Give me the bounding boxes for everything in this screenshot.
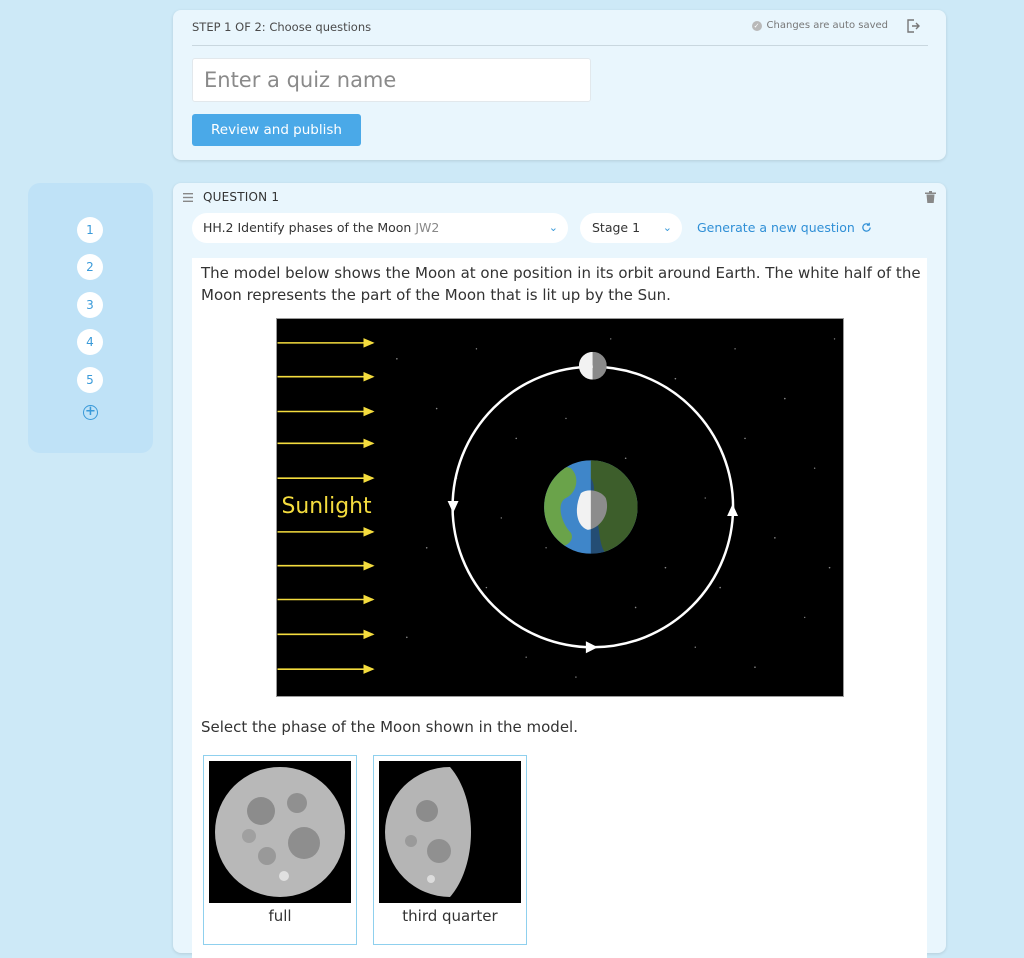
- divider: [192, 45, 928, 46]
- sunlight-label: Sunlight: [281, 494, 372, 519]
- question-body: The model below shows the Moon at one po…: [192, 258, 927, 958]
- generate-question-link[interactable]: Generate a new question: [697, 220, 872, 235]
- autosave-status: ✓ Changes are auto saved: [751, 20, 888, 31]
- answer-choice-third-quarter[interactable]: third quarter: [373, 755, 527, 945]
- quiz-name-input[interactable]: [192, 58, 591, 102]
- full-moon-image: [209, 761, 351, 903]
- nav-question-5[interactable]: 5: [77, 367, 103, 393]
- stage-dropdown[interactable]: Stage 1 ⌄: [580, 213, 682, 243]
- skill-name: HH.2 Identify phases of the Moon: [203, 220, 412, 235]
- nav-question-4[interactable]: 4: [77, 329, 103, 355]
- exit-icon[interactable]: [906, 19, 920, 33]
- question-instruction: Select the phase of the Moon shown in th…: [201, 718, 578, 736]
- nav-question-1[interactable]: 1: [77, 217, 103, 243]
- third-quarter-moon-image: [379, 761, 521, 903]
- trash-icon[interactable]: [925, 191, 936, 203]
- drag-handle-icon[interactable]: [183, 193, 193, 202]
- question-nav: 1 2 3 4 5 +: [28, 183, 153, 453]
- review-publish-button[interactable]: Review and publish: [192, 114, 361, 146]
- nav-question-3[interactable]: 3: [77, 292, 103, 318]
- answer-choice-full[interactable]: full: [203, 755, 357, 945]
- choice-label: third quarter: [402, 907, 498, 925]
- step-label: STEP 1 OF 2: Choose questions: [192, 20, 372, 34]
- chevron-down-icon: ⌄: [548, 221, 558, 234]
- quiz-header-card: STEP 1 OF 2: Choose questions ✓ Changes …: [173, 10, 946, 160]
- generate-label: Generate a new question: [697, 220, 855, 235]
- refresh-icon: [862, 222, 871, 232]
- question-card: QUESTION 1 HH.2 Identify phases of the M…: [173, 183, 946, 958]
- question-prompt: The model below shows the Moon at one po…: [201, 264, 921, 304]
- check-icon: ✓: [751, 20, 762, 31]
- question-label: QUESTION 1: [203, 190, 280, 204]
- chevron-down-icon: ⌄: [662, 221, 672, 234]
- skill-code: JW2: [415, 220, 440, 235]
- choice-label: full: [268, 907, 292, 925]
- stage-value: Stage 1: [592, 220, 641, 235]
- autosave-text: Changes are auto saved: [766, 20, 888, 31]
- moon-orbit-model: Sunlight: [276, 318, 844, 697]
- skill-dropdown[interactable]: HH.2 Identify phases of the Moon JW2 ⌄: [192, 213, 568, 243]
- nav-question-2[interactable]: 2: [77, 254, 103, 280]
- plus-circle-icon[interactable]: +: [83, 405, 98, 420]
